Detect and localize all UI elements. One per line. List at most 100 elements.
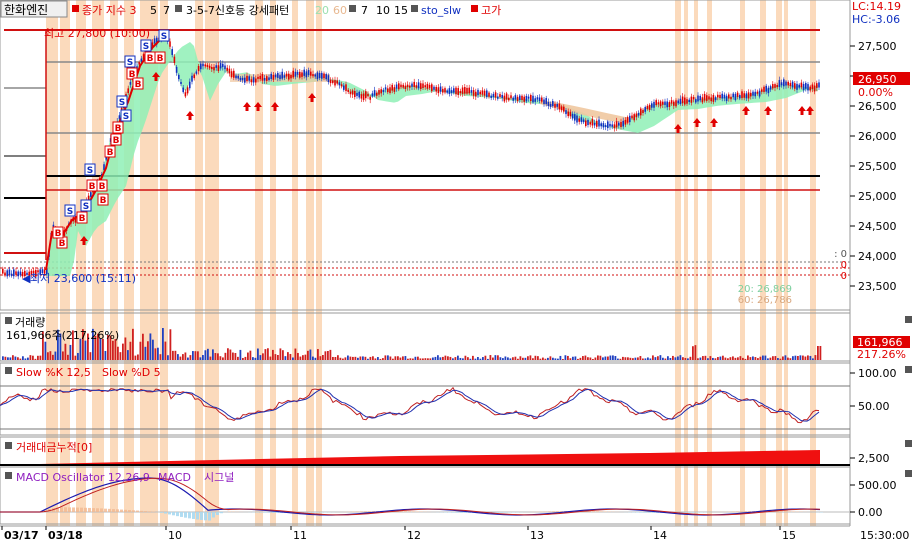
macd-osc-bar [192, 512, 195, 519]
volume-close-icon[interactable] [905, 316, 912, 323]
stochastic-panel[interactable]: Slow %K 12,5 Slow %D 5 100.00 50.00 [0, 362, 912, 436]
candle-body [171, 49, 173, 55]
volume-bar [214, 353, 217, 360]
candle-body [611, 124, 613, 127]
candle-body [580, 117, 583, 123]
volume-bar [309, 349, 312, 360]
volume-bar [757, 358, 759, 360]
candle-body [321, 72, 323, 79]
candle-body [244, 77, 246, 83]
x-axis-label: 13 [530, 529, 544, 542]
volume-bar [392, 358, 394, 360]
candle-body [404, 85, 407, 89]
x-axis-label: 10 [168, 529, 182, 542]
candle-body [8, 269, 11, 275]
candle-body [406, 84, 409, 88]
macd-close-icon[interactable] [905, 470, 912, 477]
volume-bar [429, 358, 432, 360]
macd-osc-bar [504, 512, 507, 513]
cum-tick: 2,500 [858, 452, 890, 465]
candle-body [358, 91, 360, 98]
candle-body [752, 91, 754, 96]
cum-close-icon[interactable] [905, 440, 912, 447]
macd-osc-bar [272, 512, 275, 513]
candle-body [288, 73, 290, 80]
volume-bar [112, 340, 114, 360]
bb-period-20: 20 [315, 4, 329, 17]
macd-panel[interactable]: MACD Oscillator 12,26,9 MACD 시그널 500.00 … [0, 466, 912, 525]
macd-osc-bar [64, 507, 67, 512]
volume-bar [804, 356, 807, 360]
stoch-panel-swatch [5, 367, 12, 374]
candle-body [481, 90, 484, 95]
macd-osc-bar [116, 509, 119, 512]
volume-bar [542, 357, 544, 360]
macd-osc-bar [592, 511, 595, 512]
volume-panel[interactable]: 거래량 161,966주(217.26%) 161,966 217.26% [0, 312, 912, 362]
stock-name[interactable]: 한화엔진 [4, 3, 48, 17]
candle-body [514, 95, 517, 100]
volume-bar [104, 350, 107, 360]
candle-body [565, 110, 567, 115]
volume-bar [389, 356, 392, 360]
candle-body [323, 73, 325, 79]
candle-body [228, 68, 231, 74]
volume-bar [207, 348, 209, 360]
macd-osc-bar [220, 512, 223, 514]
volume-bar [357, 357, 359, 360]
volume-bar [684, 357, 687, 360]
price-tick-label: 27,500 [858, 40, 897, 53]
volume-bar [487, 358, 489, 360]
candle-body [624, 119, 627, 125]
candle-body [376, 92, 378, 96]
volume-bar [174, 350, 177, 360]
volume-bar [769, 357, 772, 360]
up-arrow-icon [243, 102, 251, 111]
candle-body [395, 84, 398, 89]
candle-body [217, 65, 220, 72]
volume-bar [597, 355, 599, 360]
volume-bar [187, 357, 189, 360]
candle-body [714, 97, 717, 101]
candle-body [668, 101, 671, 107]
stoch-period-7: 7 [361, 4, 368, 17]
candle-body [679, 98, 682, 105]
buy-marker-letter: B [100, 196, 107, 206]
volume-bar [444, 355, 447, 360]
x-axis-label: 03/17 [4, 529, 39, 542]
volume-bar [549, 356, 552, 360]
candle-body [314, 74, 316, 77]
candle-body [371, 93, 374, 97]
macd-osc-bar [600, 511, 603, 512]
volume-bar [367, 358, 369, 360]
candle-body [215, 65, 217, 68]
volume-bar [817, 346, 819, 360]
candle-body [763, 86, 765, 92]
candle-body [255, 78, 257, 83]
volume-bar [64, 343, 67, 360]
macd-osc-bar [200, 512, 203, 520]
stoch-close-icon[interactable] [905, 366, 912, 373]
volume-bar [477, 356, 479, 360]
candle-body [325, 74, 327, 80]
candle-body [736, 92, 739, 97]
volume-bar [557, 358, 559, 360]
macd-osc-bar [144, 511, 147, 512]
stock-chart[interactable]: BBSBSBSBBBBBSSSBBSBBS 최고 27,800 (10:00) … [0, 0, 916, 544]
candle-body [431, 84, 433, 92]
volume-bar [809, 355, 812, 360]
macd-osc-bar [408, 511, 411, 512]
macd-osc-bar [204, 512, 207, 521]
volume-bar [297, 352, 299, 360]
cumulative-panel[interactable]: 거래대금누적[0] 2,500 [0, 436, 912, 466]
candle-body [292, 70, 294, 78]
macd-lines [0, 477, 823, 521]
candle-body [261, 74, 264, 81]
volume-bar [434, 356, 437, 360]
candle-body [393, 87, 396, 92]
volume-bar [342, 358, 344, 360]
volume-bar [204, 350, 207, 360]
candle-body [345, 84, 347, 92]
candle-body [734, 93, 737, 101]
volume-bar [594, 357, 597, 360]
